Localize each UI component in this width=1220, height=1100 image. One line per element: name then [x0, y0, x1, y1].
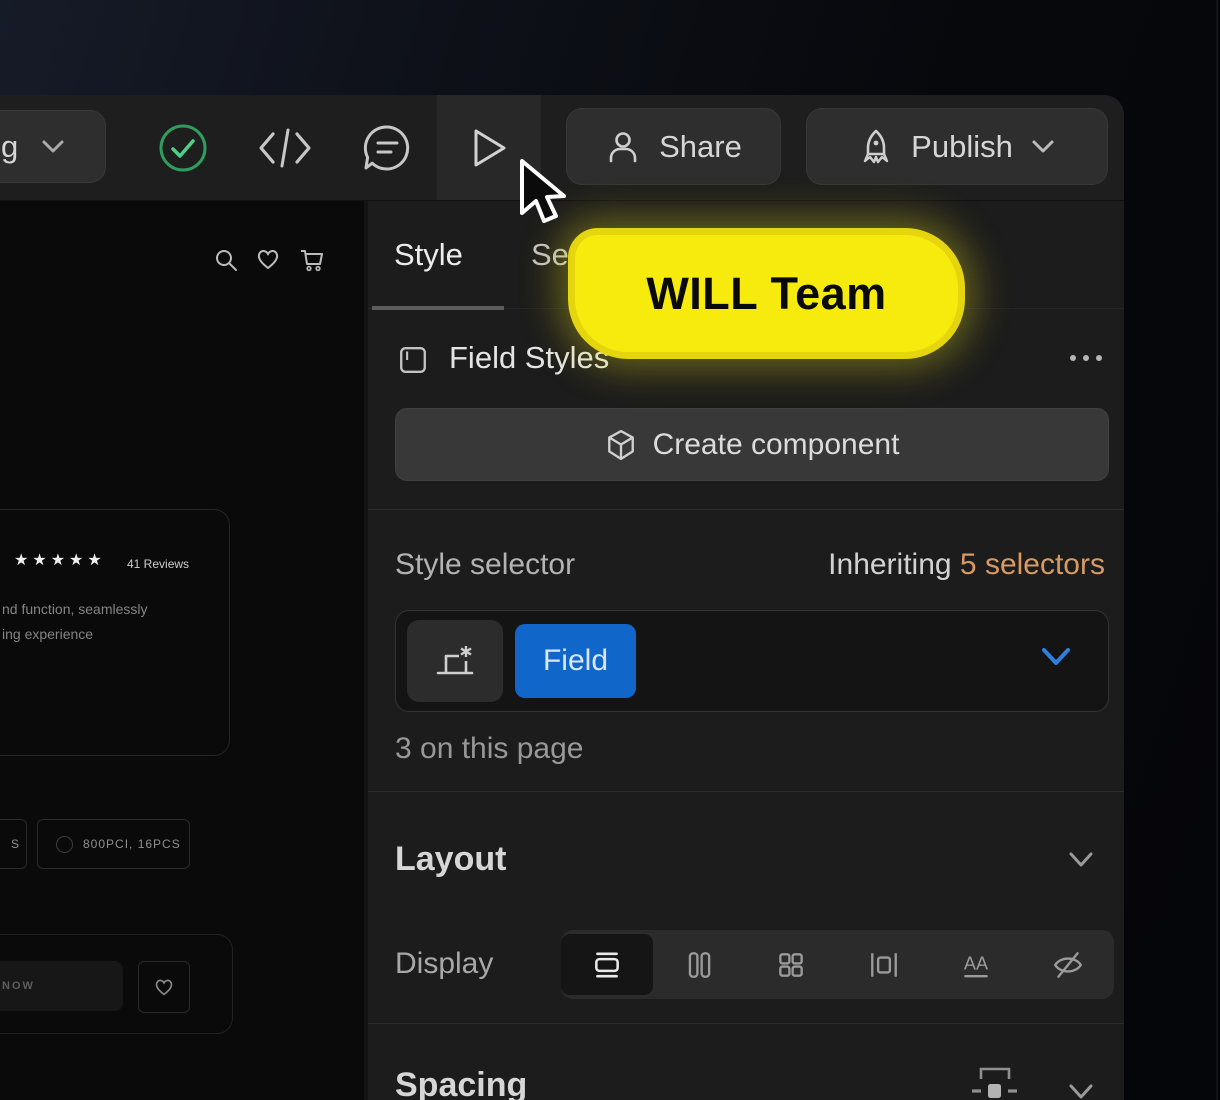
search-icon[interactable] — [213, 247, 239, 273]
display-block-icon — [595, 952, 620, 977]
tab-style-label: Style — [394, 236, 463, 272]
workspace-dropdown-label: g — [1, 128, 19, 164]
designer-app-window: g Share Publish ★★★★★ 41 Reviews nd func… — [0, 95, 1124, 1100]
svg-text:AA: AA — [964, 953, 989, 973]
spacing-margin-icon — [972, 1067, 1017, 1098]
display-none-eye-slash-icon — [1053, 951, 1083, 978]
more-options-icon[interactable] — [1070, 355, 1102, 361]
screenshot-root: g Share Publish ★★★★★ 41 Reviews nd func… — [0, 0, 1220, 1100]
chevron-down-icon — [42, 140, 64, 152]
display-option-flex[interactable] — [653, 930, 745, 999]
rocket-icon — [863, 129, 889, 163]
style-selector-section: Style selector Inheriting 5 selectors Fi… — [368, 509, 1124, 792]
display-label: Display — [395, 947, 494, 980]
play-icon — [474, 129, 506, 166]
display-option-inline[interactable]: AA — [930, 930, 1022, 999]
buy-now-button[interactable]: NOW — [0, 961, 123, 1011]
product-description-line1: nd function, seamlessly — [2, 601, 148, 617]
selector-tag-label: Field — [542, 644, 609, 677]
rating-stars: ★★★★★ — [14, 552, 106, 569]
spacing-section-title: Spacing — [395, 1066, 528, 1100]
share-button[interactable]: Share — [566, 108, 781, 185]
collaborator-name: WILL Team — [646, 267, 887, 319]
reviews-count: 41 Reviews — [127, 557, 190, 571]
inheriting-label: Inheriting — [828, 548, 960, 581]
comments-button[interactable] — [352, 95, 422, 200]
share-button-label: Share — [659, 128, 742, 164]
display-option-inline-block[interactable] — [838, 930, 930, 999]
display-option-none[interactable] — [1022, 930, 1114, 999]
collaborator-cursor-icon — [520, 159, 566, 223]
layout-section: Layout Display AA — [368, 791, 1124, 1024]
radio-icon — [56, 835, 73, 853]
buy-now-label: NOW — [2, 980, 35, 992]
variant-option[interactable]: 800PCI, 16PCS — [37, 819, 190, 869]
display-flex-icon — [689, 951, 711, 978]
chevron-down-icon[interactable] — [1066, 850, 1096, 870]
style-block-icon — [400, 347, 426, 373]
saved-status-button[interactable] — [148, 95, 218, 200]
chevron-down-icon[interactable] — [1066, 1082, 1096, 1100]
chevron-down-icon[interactable] — [1038, 645, 1074, 669]
workspace-dropdown-button[interactable]: g — [0, 110, 106, 183]
publish-button-label: Publish — [911, 128, 1013, 164]
create-component-label: Create component — [652, 427, 900, 461]
cart-icon[interactable] — [299, 247, 325, 273]
layout-section-title: Layout — [395, 840, 507, 878]
inheriting-count: 5 selectors — [959, 548, 1105, 581]
wishlist-button[interactable] — [138, 961, 190, 1013]
collaborator-name-badge: WILL Team — [568, 228, 965, 359]
style-selector-input[interactable]: Field — [395, 610, 1109, 712]
active-tab-indicator — [372, 306, 504, 310]
spacing-section: Spacing — [368, 1023, 1124, 1100]
selector-tag[interactable]: Field — [515, 624, 636, 698]
display-inline-block-icon — [870, 952, 897, 977]
display-segmented-control: AA — [561, 930, 1114, 999]
heart-icon[interactable] — [256, 248, 280, 270]
tab-settings-label: Se — [531, 236, 569, 272]
code-icon — [259, 128, 311, 167]
breakpoint-button[interactable] — [407, 620, 503, 702]
style-selector-title: Style selector — [395, 548, 576, 581]
publish-button[interactable]: Publish — [806, 108, 1108, 185]
selector-usage-count: 3 on this page — [395, 732, 584, 765]
heart-icon — [155, 979, 173, 996]
display-option-block[interactable] — [561, 934, 654, 995]
component-cube-icon — [607, 429, 634, 460]
create-component-button[interactable]: Create component — [395, 408, 1109, 481]
tab-style[interactable]: Style — [394, 201, 463, 308]
chevron-down-icon — [1032, 140, 1054, 152]
display-inline-icon: AA — [964, 953, 989, 977]
person-icon — [609, 131, 637, 162]
breakpoint-desktop-icon — [436, 646, 474, 675]
field-styles-title: Field Styles — [449, 340, 610, 375]
variant-option-partial-label: S — [10, 837, 20, 851]
custom-code-button[interactable] — [250, 95, 320, 200]
variant-option-label: 800PCI, 16PCS — [83, 837, 181, 851]
variant-option-partial[interactable]: S — [0, 819, 27, 869]
check-circle-icon — [159, 124, 207, 171]
display-option-grid[interactable] — [745, 930, 837, 999]
background-edge-highlight — [1216, 0, 1218, 1100]
inheriting-info[interactable]: Inheriting 5 selectors — [828, 548, 1105, 582]
display-grid-icon — [779, 952, 804, 977]
product-description-line2: ing experience — [2, 626, 94, 642]
comment-bubble-icon — [363, 124, 410, 170]
design-canvas[interactable]: ★★★★★ 41 Reviews nd function, seamlessly… — [0, 201, 364, 1100]
